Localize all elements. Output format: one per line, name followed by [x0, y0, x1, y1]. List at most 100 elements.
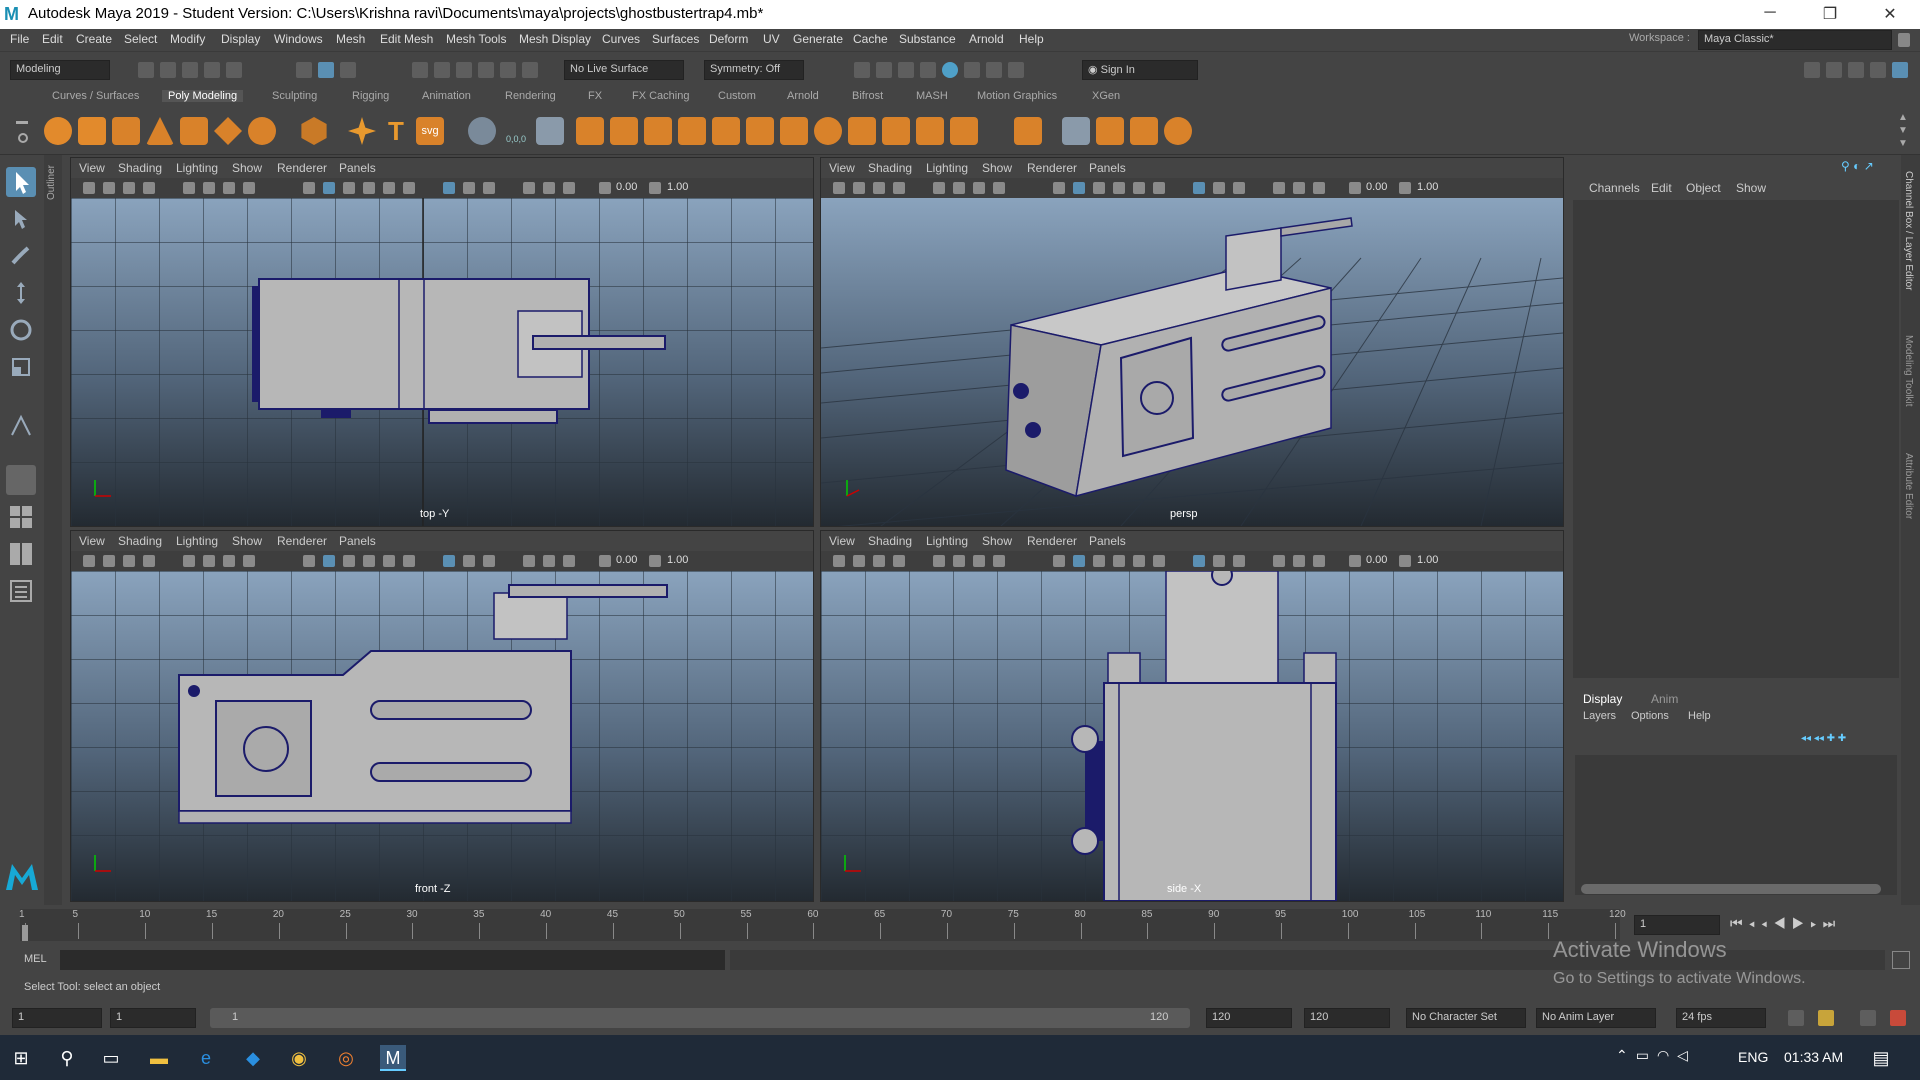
exposure-icon[interactable]	[1349, 555, 1361, 567]
extrude-icon[interactable]	[746, 117, 774, 145]
open-scene-icon[interactable]	[160, 62, 176, 78]
shelf-tab-bifrost[interactable]: Bifrost	[852, 90, 883, 102]
textured-icon[interactable]	[363, 555, 375, 567]
menu-select[interactable]: Select	[124, 32, 157, 46]
maya-taskbar-icon[interactable]: M	[380, 1045, 406, 1071]
range-slider-bar[interactable]: 1 120	[210, 1008, 1190, 1028]
isolate-icon[interactable]	[1193, 182, 1205, 194]
mel-label[interactable]: MEL	[24, 953, 47, 965]
panel-menu-renderer[interactable]: Renderer	[277, 161, 327, 175]
freeze-transform-icon[interactable]	[536, 117, 564, 145]
poly-disc-icon[interactable]	[248, 117, 276, 145]
shelf-tab-xgen[interactable]: XGen	[1092, 90, 1120, 102]
channel-box-menu-object[interactable]: Object	[1686, 181, 1721, 195]
menu-set-dropdown[interactable]: Modeling	[10, 60, 110, 80]
symmetry-dropdown[interactable]: Symmetry: Off	[704, 60, 804, 80]
textured-icon[interactable]	[1113, 555, 1125, 567]
ambient-occlusion-icon[interactable]	[1313, 182, 1325, 194]
shelf-tab-motion-graphics[interactable]: Motion Graphics	[977, 90, 1057, 102]
panel-menu-show[interactable]: Show	[232, 161, 262, 175]
panel-menu-view[interactable]: View	[829, 161, 855, 175]
cut-uv-icon[interactable]	[1164, 117, 1192, 145]
playback-controls[interactable]: ⏮◂◂◀▶▸⏭	[1730, 915, 1910, 935]
system-tray-icons[interactable]: ⌃▭◠◁	[1616, 1047, 1756, 1069]
menu-arnold[interactable]: Arnold	[969, 32, 1004, 46]
wireframe-on-shaded-icon[interactable]	[343, 182, 355, 194]
panel-menu-show[interactable]: Show	[982, 161, 1012, 175]
maximize-button[interactable]: ❐	[1815, 4, 1845, 24]
merge-icon[interactable]	[916, 117, 944, 145]
select-component-icon[interactable]	[340, 62, 356, 78]
move-tool-icon[interactable]	[6, 278, 36, 308]
channel-box-menu-show[interactable]: Show	[1736, 181, 1766, 195]
shelf-tab-mash[interactable]: MASH	[916, 90, 948, 102]
language-indicator[interactable]: ENG	[1738, 1049, 1768, 1065]
gamma-icon[interactable]	[649, 182, 661, 194]
menu-mesh-display[interactable]: Mesh Display	[519, 32, 591, 46]
shelf-tab-rendering[interactable]: Rendering	[505, 90, 556, 102]
grid-toggle-icon[interactable]	[933, 555, 945, 567]
tab-anim[interactable]: Anim	[1651, 692, 1678, 706]
menu-deform[interactable]: Deform	[709, 32, 748, 46]
exposure-value[interactable]: 0.00	[1366, 554, 1387, 566]
workspace-dropdown[interactable]: Maya Classic*	[1698, 30, 1892, 50]
shelf-tab-fx[interactable]: FX	[588, 90, 602, 102]
menu-cache[interactable]: Cache	[853, 32, 888, 46]
sign-in-button[interactable]: ◉ Sign In	[1082, 60, 1198, 80]
bookmark-icon[interactable]	[873, 555, 885, 567]
svg-icon[interactable]: svg	[416, 117, 444, 145]
new-scene-icon[interactable]	[138, 62, 154, 78]
select-camera-icon[interactable]	[1273, 555, 1285, 567]
shelf-tab-rigging[interactable]: Rigging	[352, 90, 389, 102]
super-shape-icon[interactable]	[348, 117, 376, 145]
shadows-icon[interactable]	[1153, 555, 1165, 567]
isolate-icon[interactable]	[1193, 555, 1205, 567]
channel-box-icon[interactable]	[1892, 62, 1908, 78]
panel-menu-lighting[interactable]: Lighting	[926, 161, 968, 175]
select-camera-icon[interactable]	[523, 182, 535, 194]
poly-plane-icon[interactable]	[214, 117, 242, 145]
exposure-value[interactable]: 0.00	[616, 554, 637, 566]
camera-attr-icon[interactable]	[853, 555, 865, 567]
tab-display[interactable]: Display	[1583, 692, 1622, 706]
smooth-shade-icon[interactable]	[1073, 555, 1085, 567]
shelf-tab-curves-surfaces[interactable]: Curves / Surfaces	[52, 90, 139, 102]
panel-menu-panels[interactable]: Panels	[1089, 534, 1126, 548]
resolution-gate-icon[interactable]	[973, 555, 985, 567]
film-gate-icon[interactable]	[953, 182, 965, 194]
film-gate-icon[interactable]	[203, 555, 215, 567]
start-windows-icon[interactable]: ⊞	[8, 1045, 34, 1071]
wireframe-icon[interactable]	[1053, 555, 1065, 567]
gamma-value[interactable]: 1.00	[1417, 554, 1438, 566]
panel-menu-lighting[interactable]: Lighting	[926, 534, 968, 548]
menu-file[interactable]: File	[10, 32, 29, 46]
bookmark-icon[interactable]	[123, 555, 135, 567]
shelf-settings-icon[interactable]	[18, 133, 28, 143]
task-view-icon[interactable]: ▭	[98, 1045, 124, 1071]
bridge-icon[interactable]	[780, 117, 808, 145]
lasso-tool-icon[interactable]	[6, 204, 36, 234]
character-controls-icon[interactable]	[1826, 62, 1842, 78]
panel-menu-renderer[interactable]: Renderer	[277, 534, 327, 548]
hud-icon[interactable]	[1293, 182, 1305, 194]
poly-torus-icon[interactable]	[180, 117, 208, 145]
shelf-menu-icon[interactable]	[16, 121, 28, 124]
shelf-tab-custom[interactable]: Custom	[718, 90, 756, 102]
planar-uv-icon[interactable]	[1062, 117, 1090, 145]
combine-icon[interactable]	[576, 117, 604, 145]
gamma-icon[interactable]	[649, 555, 661, 567]
ipr-render-icon[interactable]	[898, 62, 914, 78]
panel-menu-view[interactable]: View	[79, 534, 105, 548]
playback-start-field[interactable]: 1	[110, 1008, 196, 1028]
wireframe-on-shaded-icon[interactable]	[1093, 555, 1105, 567]
poly-type-icon[interactable]: T	[382, 117, 410, 145]
film-gate-icon[interactable]	[203, 182, 215, 194]
separate-icon[interactable]	[610, 117, 638, 145]
file-explorer-icon[interactable]: ▬	[146, 1045, 172, 1071]
loop-icon[interactable]	[1788, 1010, 1804, 1026]
menu-surfaces[interactable]: Surfaces	[652, 32, 699, 46]
lock-icon[interactable]	[1898, 33, 1910, 47]
modeling-toolkit-icon[interactable]	[1804, 62, 1820, 78]
gamma-value[interactable]: 1.00	[667, 181, 688, 193]
image-plane-icon[interactable]	[893, 555, 905, 567]
